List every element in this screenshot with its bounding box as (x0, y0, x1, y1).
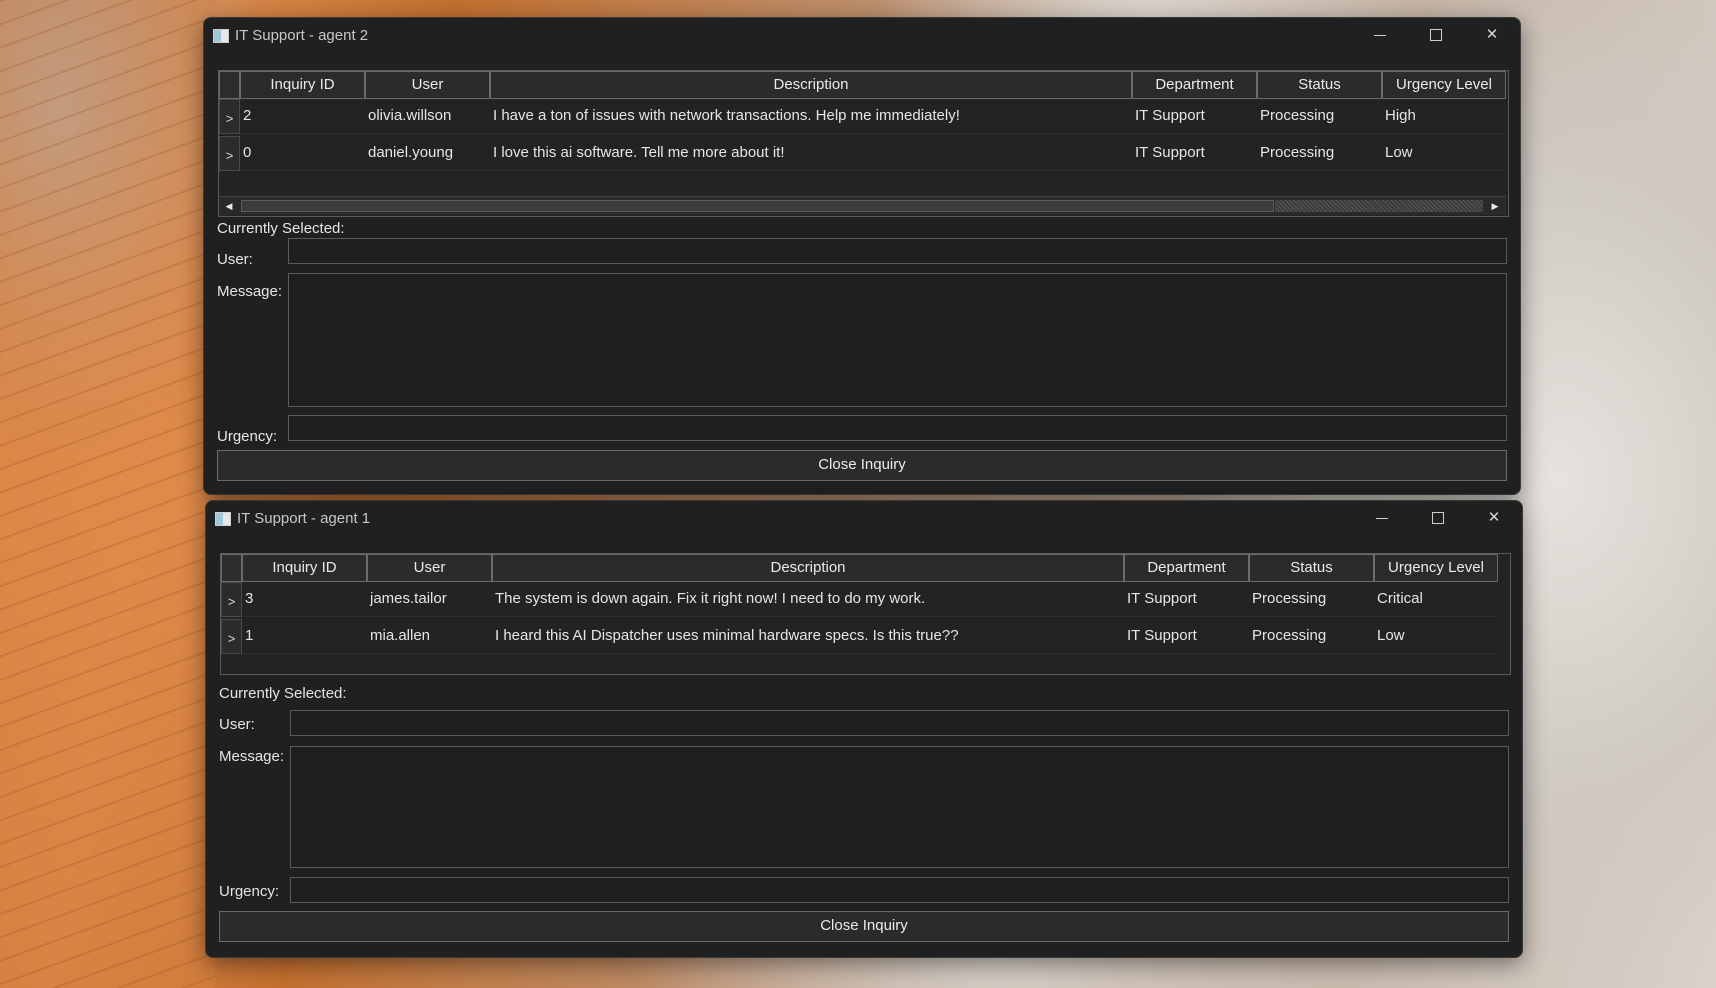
app-window-icon (213, 29, 229, 43)
user-label: User: (217, 251, 253, 268)
cell-urgency[interactable]: Low (1374, 619, 1498, 654)
user-field[interactable] (290, 710, 1509, 736)
title-bar[interactable]: IT Support - agent 2 ✕ (204, 18, 1520, 52)
inquiry-table[interactable]: Inquiry ID User Description Department S… (218, 70, 1509, 217)
scrollbar-thumb[interactable] (241, 200, 1274, 212)
message-field[interactable] (290, 746, 1509, 868)
column-header-description[interactable]: Description (490, 71, 1132, 99)
desktop-wallpaper (0, 0, 215, 988)
scrollbar-track[interactable] (1275, 200, 1483, 212)
window-agent-1: IT Support - agent 1 ✕ Inquiry ID User D… (205, 500, 1523, 958)
cell-status[interactable]: Processing (1257, 99, 1382, 134)
close-icon[interactable]: ✕ (1464, 18, 1520, 52)
table-corner[interactable] (221, 554, 242, 582)
cell-inquiry-id[interactable]: 1 (242, 619, 367, 654)
cell-user[interactable]: olivia.willson (365, 99, 490, 134)
cell-description[interactable]: I have a ton of issues with network tran… (490, 99, 1132, 134)
scroll-right-icon[interactable]: ▶ (1487, 199, 1503, 213)
currently-selected-label: Currently Selected: (217, 220, 345, 237)
message-label: Message: (219, 748, 285, 765)
inquiry-table[interactable]: Inquiry ID User Description Department S… (220, 553, 1511, 675)
cell-department[interactable]: IT Support (1124, 619, 1249, 654)
column-header-user[interactable]: User (367, 554, 492, 582)
cell-inquiry-id[interactable]: 0 (240, 136, 365, 171)
column-header-urgency-level[interactable]: Urgency Level (1382, 71, 1506, 99)
row-selector[interactable]: > (219, 136, 240, 171)
cell-department[interactable]: IT Support (1132, 99, 1257, 134)
minimize-icon[interactable] (1352, 18, 1408, 52)
currently-selected-label: Currently Selected: (219, 685, 347, 702)
column-header-status[interactable]: Status (1249, 554, 1374, 582)
column-header-urgency-level[interactable]: Urgency Level (1374, 554, 1498, 582)
cell-status[interactable]: Processing (1249, 619, 1374, 654)
close-icon[interactable]: ✕ (1466, 501, 1522, 535)
column-header-department[interactable]: Department (1132, 71, 1257, 99)
user-label: User: (219, 716, 255, 733)
column-header-inquiry-id[interactable]: Inquiry ID (240, 71, 365, 99)
window-agent-2: IT Support - agent 2 ✕ Inquiry ID User D… (203, 17, 1521, 495)
column-header-department[interactable]: Department (1124, 554, 1249, 582)
row-selector[interactable]: > (221, 582, 242, 617)
window-title: IT Support - agent 2 (235, 27, 369, 44)
message-field[interactable] (288, 273, 1507, 407)
close-inquiry-button[interactable]: Close Inquiry (219, 911, 1509, 942)
app-window-icon (215, 512, 231, 526)
cell-urgency[interactable]: Critical (1374, 582, 1498, 617)
cell-user[interactable]: mia.allen (367, 619, 492, 654)
scroll-left-icon[interactable]: ◀ (221, 199, 237, 213)
cell-urgency[interactable]: High (1382, 99, 1506, 134)
urgency-field[interactable] (288, 415, 1507, 441)
column-header-user[interactable]: User (365, 71, 490, 99)
horizontal-scrollbar[interactable]: ◀ ▶ (219, 196, 1506, 215)
cell-description[interactable]: I love this ai software. Tell me more ab… (490, 136, 1132, 171)
table-row[interactable]: > 2 olivia.willson I have a ton of issue… (219, 99, 1506, 135)
maximize-icon[interactable] (1408, 18, 1464, 52)
cell-inquiry-id[interactable]: 2 (240, 99, 365, 134)
cell-department[interactable]: IT Support (1132, 136, 1257, 171)
title-bar[interactable]: IT Support - agent 1 ✕ (206, 501, 1522, 535)
cell-urgency[interactable]: Low (1382, 136, 1506, 171)
column-header-inquiry-id[interactable]: Inquiry ID (242, 554, 367, 582)
message-label: Message: (217, 283, 283, 300)
urgency-field[interactable] (290, 877, 1509, 903)
table-row[interactable]: > 3 james.tailor The system is down agai… (221, 582, 1508, 618)
row-selector[interactable]: > (221, 619, 242, 654)
cell-status[interactable]: Processing (1257, 136, 1382, 171)
cell-description[interactable]: The system is down again. Fix it right n… (492, 582, 1124, 617)
cell-inquiry-id[interactable]: 3 (242, 582, 367, 617)
user-field[interactable] (288, 238, 1507, 264)
column-header-status[interactable]: Status (1257, 71, 1382, 99)
table-row[interactable]: > 0 daniel.young I love this ai software… (219, 136, 1506, 172)
close-inquiry-button[interactable]: Close Inquiry (217, 450, 1507, 481)
row-selector[interactable]: > (219, 99, 240, 134)
table-row[interactable]: > 1 mia.allen I heard this AI Dispatcher… (221, 619, 1508, 655)
table-corner[interactable] (219, 71, 240, 99)
urgency-label: Urgency: (217, 428, 278, 445)
cell-user[interactable]: daniel.young (365, 136, 490, 171)
window-title: IT Support - agent 1 (237, 510, 371, 527)
cell-description[interactable]: I heard this AI Dispatcher uses minimal … (492, 619, 1124, 654)
cell-user[interactable]: james.tailor (367, 582, 492, 617)
cell-department[interactable]: IT Support (1124, 582, 1249, 617)
urgency-label: Urgency: (219, 883, 280, 900)
minimize-icon[interactable] (1354, 501, 1410, 535)
cell-status[interactable]: Processing (1249, 582, 1374, 617)
column-header-description[interactable]: Description (492, 554, 1124, 582)
maximize-icon[interactable] (1410, 501, 1466, 535)
